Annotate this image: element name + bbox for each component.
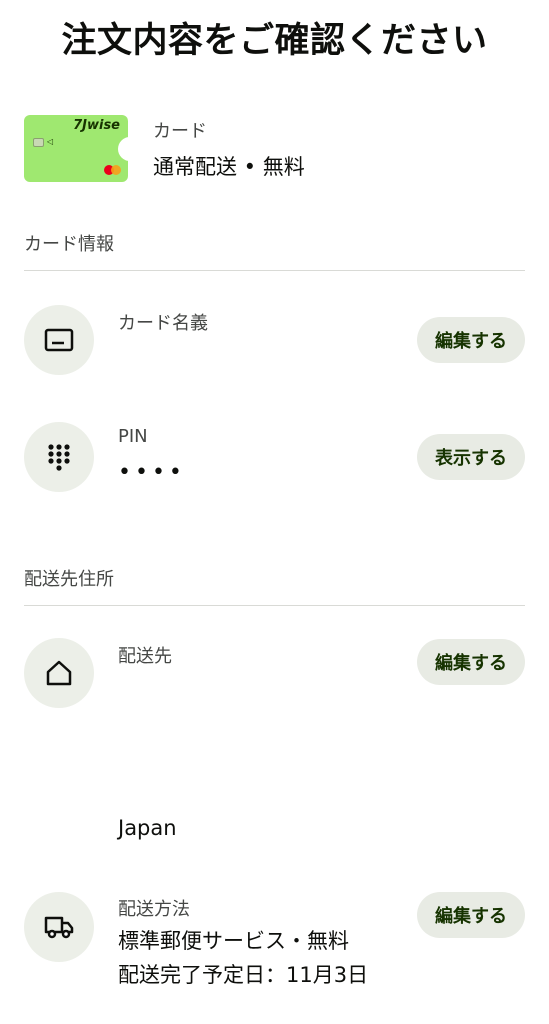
id-card-icon [24,305,94,375]
card-summary: 7Jwise ◁ カード 通常配送 • 無料 [24,115,504,183]
shipping-address-label: 配送先 [118,646,172,667]
card-notch [118,137,128,161]
mastercard-logo-yellow [111,165,121,175]
card-name-label: カード名義 [118,313,208,334]
page-title: 注文内容をご確認ください [61,21,488,61]
pin-label: PIN [118,426,148,447]
keypad-icon [24,422,94,492]
edit-card-name-button[interactable]: 編集する [417,317,525,363]
card-image: 7Jwise ◁ [24,115,128,182]
card-kind-label: カード [153,121,207,142]
section-card-info: カード情報 [24,230,525,271]
delivery-date-text: 配送完了予定日：11月3日 [118,963,369,987]
pin-row: PIN •••• 表示する [24,422,525,494]
show-pin-button[interactable]: 表示する [417,434,525,480]
card-shipping-text: 通常配送 • 無料 [153,155,305,179]
shipping-service-text: 標準郵便サービス・無料 [118,929,349,953]
shipping-method-label: 配送方法 [118,899,190,920]
card-name-row: カード名義 編集する [24,305,525,377]
contactless-icon: ◁ [47,137,54,146]
edit-shipping-method-button[interactable]: 編集する [417,892,525,938]
shipping-address-row: 配送先 編集する [24,638,525,710]
card-chip-icon [33,138,44,147]
section-shipping-address: 配送先住所 [24,565,525,606]
address-country: Japan [118,816,177,840]
edit-address-button[interactable]: 編集する [417,639,525,685]
shipping-method-row: 配送方法 標準郵便サービス・無料 配送完了予定日：11月3日 編集する [24,892,525,992]
home-icon [24,638,94,708]
truck-icon [24,892,94,962]
wise-logo: 7Jwise [73,118,120,133]
pin-masked-value: •••• [118,460,186,485]
